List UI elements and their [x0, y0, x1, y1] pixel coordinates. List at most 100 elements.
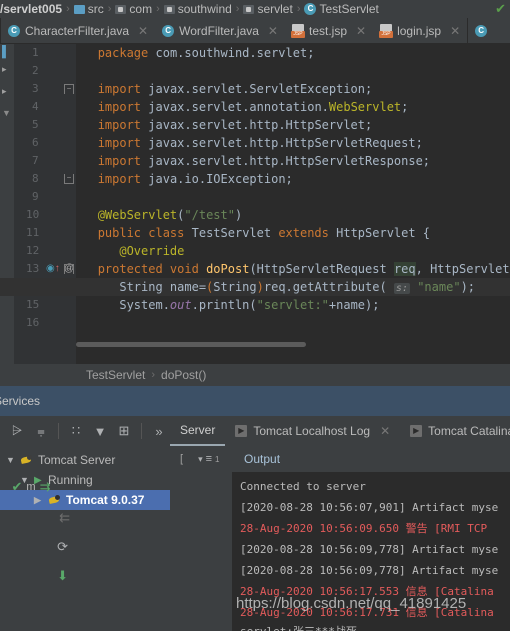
services-toolbar: ⩥ ⩦ ∷ ▼ ⊞ »: [0, 416, 170, 446]
fold-handle-imports-end[interactable]: −: [64, 174, 74, 184]
services-panel-title: Services: [0, 394, 41, 408]
editor-horizontal-scrollbar[interactable]: [76, 342, 306, 347]
breadcrumb-item-module[interactable]: /servlet005: [0, 2, 62, 16]
lines-count: 1: [215, 454, 220, 464]
breadcrumb-separator: ›: [66, 3, 70, 15]
breadcrumb-class[interactable]: TestServlet: [86, 368, 145, 382]
editor-tab-label: login.jsp: [397, 23, 442, 38]
chevron-down-icon[interactable]: ▼: [6, 455, 16, 465]
chevron-down-icon[interactable]: ▾: [198, 454, 203, 465]
java-class-icon: C: [475, 24, 488, 37]
watermark-text: https://blog.csdn.net/qq_41891425: [236, 595, 467, 612]
class-icon: C: [304, 3, 317, 15]
fold-handle-imports[interactable]: −: [64, 84, 74, 94]
add-icon[interactable]: ⊞: [115, 422, 133, 440]
services-panel-header: Services: [0, 386, 510, 416]
breadcrumb-separator: ›: [296, 3, 301, 15]
check-icon: ✔: [11, 479, 23, 494]
tab-tomcat-localhost-log[interactable]: ▶ Tomcat Localhost Log ✕: [225, 416, 400, 446]
breadcrumb-item-src[interactable]: src: [73, 2, 104, 16]
console-line: Connected to server: [240, 480, 366, 493]
console-line: [2020-08-28 10:56:09,778] Artifact myse: [240, 543, 499, 556]
filter-icon[interactable]: ▼: [91, 422, 109, 440]
editor-tab-characterfilter[interactable]: C CharacterFilter.java ✕: [1, 18, 155, 43]
editor-tab-test-jsp[interactable]: test.jsp ✕: [285, 18, 373, 43]
group-icon[interactable]: ∷: [67, 422, 85, 440]
breadcrumb-item-southwind[interactable]: southwind: [163, 2, 232, 16]
close-icon[interactable]: ✕: [450, 24, 460, 38]
stripe-arrow-icon[interactable]: ▸: [2, 86, 11, 97]
tab-server[interactable]: Server: [170, 416, 226, 446]
console-line: servlet:张三***战死: [232, 623, 510, 631]
breadcrumb-label: southwind: [177, 2, 232, 16]
breadcrumb-item-testservlet[interactable]: C TestServlet: [304, 2, 379, 16]
breadcrumb-label: TestServlet: [319, 2, 379, 16]
breadcrumb-separator: ›: [156, 3, 160, 15]
fold-handle-method[interactable]: −: [64, 264, 74, 274]
output-header: Output: [232, 446, 510, 472]
update-icon: ⟳: [57, 539, 68, 554]
tree-node-label: Tomcat Server: [38, 453, 116, 467]
editor-tab-wordfilter[interactable]: C WordFilter.java ✕: [155, 18, 285, 43]
breadcrumb-item-servlet[interactable]: servlet: [243, 2, 293, 16]
editor-left-stripe: ▌ ▸ ▸ ▼ ▼: [0, 44, 14, 364]
run-status-check[interactable]: ✔ m ⇉: [0, 474, 62, 500]
code-content[interactable]: package com.southwind.servlet; import ja…: [0, 44, 510, 364]
code-folding-column[interactable]: − − −: [64, 44, 76, 364]
deploy-icon: ⬇: [57, 568, 68, 583]
java-class-icon: C: [162, 24, 175, 37]
tab-label: Tomcat Catalina: [428, 424, 510, 438]
step-back-icon: ⇇: [59, 510, 70, 525]
breadcrumb: /servlet005 › src › com › southwind › se…: [0, 0, 510, 18]
editor-tab-label: test.jsp: [308, 23, 347, 38]
deploy-button[interactable]: ⬇: [14, 563, 76, 589]
tab-label: Tomcat Localhost Log: [253, 424, 371, 438]
more-icon[interactable]: »: [150, 422, 168, 440]
toolbar-divider: [141, 423, 142, 439]
folder-icon: [73, 4, 85, 14]
editor-tab-testservlet[interactable]: C: [468, 18, 494, 43]
editor-tab-label: WordFilter.java: [179, 23, 259, 38]
package-icon: [163, 4, 175, 14]
ide-window: /servlet005 › src › com › southwind › se…: [0, 0, 510, 631]
code-editor[interactable]: ▌ ▸ ▸ ▼ ▼ 1 2 3 4 5 6 7 8 9 10 11 12 13 …: [0, 44, 510, 364]
editor-tab-login-jsp[interactable]: login.jsp ✕: [373, 18, 467, 43]
close-icon[interactable]: ✕: [138, 24, 148, 38]
lines-icon[interactable]: ≡: [206, 453, 212, 465]
tree-node-label: Tomcat 9.0.37: [66, 493, 145, 507]
toolbar-divider: [58, 423, 59, 439]
console-line: [2020-08-28 10:56:07,901] Artifact myse: [240, 501, 499, 514]
breadcrumb-label: com: [129, 2, 153, 16]
bracket-icon[interactable]: [: [180, 453, 183, 465]
collapse-all-icon[interactable]: ⩦: [32, 422, 50, 440]
breadcrumb-label: src: [87, 2, 104, 16]
stripe-marker-icon: ▌: [2, 46, 10, 58]
tab-tomcat-catalina[interactable]: ▶ Tomcat Catalina: [400, 416, 510, 446]
log-icon: ▶: [235, 425, 248, 437]
stripe-collapse-icon[interactable]: ▼: [2, 108, 11, 118]
run-panel-toolbar-top: [ ▾ ≡ 1: [170, 446, 232, 472]
run-panel-tab-bar: Server ▶ Tomcat Localhost Log ✕ ▶ Tomcat…: [170, 416, 510, 446]
rerun-icon[interactable]: ⇉: [40, 479, 51, 495]
tree-node-tomcat-server[interactable]: ▼ Tomcat Server: [0, 450, 170, 470]
breadcrumb-separator: ›: [235, 3, 240, 15]
breadcrumb-label: /servlet005: [0, 2, 63, 16]
close-icon[interactable]: ✕: [356, 24, 366, 38]
breadcrumb-separator: ›: [151, 369, 156, 381]
breadcrumb-item-com[interactable]: com: [115, 2, 152, 16]
close-icon[interactable]: ✕: [380, 424, 390, 438]
tab-label: Server: [180, 423, 216, 437]
jsp-file-icon: [290, 24, 305, 38]
override-method-icon[interactable]: ◉↑: [46, 260, 60, 278]
close-icon[interactable]: ✕: [268, 24, 278, 38]
expand-all-icon[interactable]: ⩥: [8, 422, 26, 440]
jsp-file-icon: [379, 24, 394, 38]
tomcat-icon: [20, 454, 34, 466]
stripe-arrow-icon[interactable]: ▸: [2, 64, 11, 75]
breadcrumb-method[interactable]: doPost(): [161, 368, 206, 382]
editor-status-breadcrumb: TestServlet › doPost(): [0, 364, 510, 386]
step-back-button[interactable]: ⇇: [14, 505, 76, 531]
inspection-ok-icon[interactable]: ✔: [495, 1, 506, 17]
console-line-error: 28-Aug-2020 10:56:09.650 警告 [RMI TCP: [240, 522, 488, 535]
update-button[interactable]: ⟳: [14, 534, 76, 560]
